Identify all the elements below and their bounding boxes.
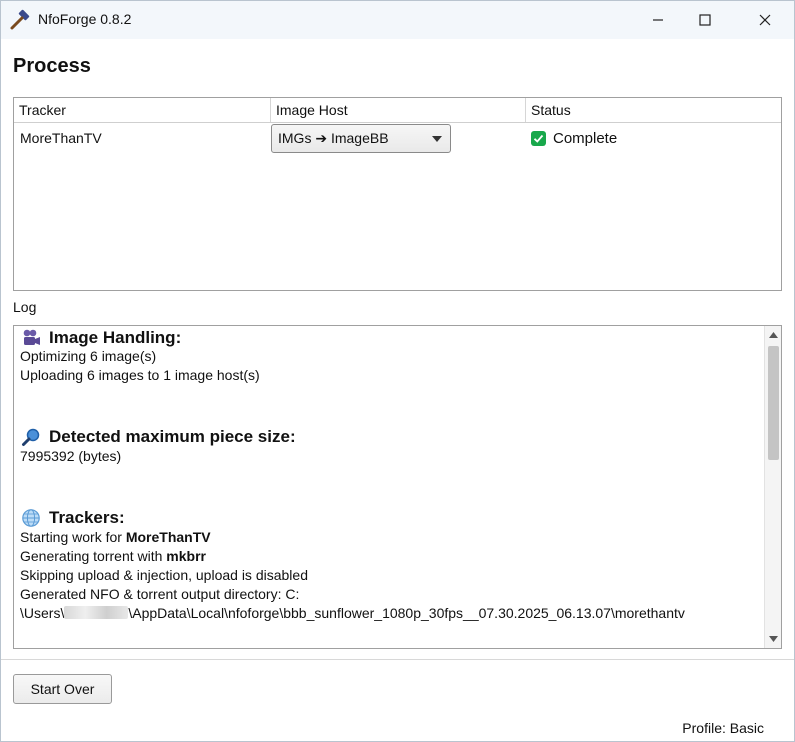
redacted-username	[64, 606, 129, 619]
log-section-title: Image Handling:	[49, 328, 182, 347]
table-header: Tracker Image Host Status	[14, 98, 781, 123]
column-header-image-host[interactable]: Image Host	[271, 98, 526, 122]
log-line: Starting work for MoreThanTV	[20, 529, 211, 545]
log-line: 7995392 (bytes)	[20, 448, 122, 464]
log-line: Generated NFO & torrent output directory…	[20, 586, 300, 602]
image-host-dropdown[interactable]: IMGs ➔ ImageBB	[271, 124, 451, 153]
log-section-trackers: Trackers:	[20, 507, 125, 529]
window-title: NfoForge 0.8.2	[38, 11, 132, 27]
log-section-piece-size: Detected maximum piece size:	[20, 426, 296, 448]
title-bar[interactable]: NfoForge 0.8.2	[1, 1, 794, 39]
log-line: Generating torrent with mkbrr	[20, 548, 206, 564]
magnifier-icon	[20, 426, 42, 448]
minimize-icon	[652, 14, 664, 26]
tracker-table: Tracker Image Host Status MoreThanTV IMG…	[13, 97, 782, 291]
minimize-button[interactable]	[635, 1, 681, 39]
chevron-down-icon	[432, 136, 442, 142]
log-line: Optimizing 6 image(s)	[20, 348, 157, 364]
close-icon	[759, 14, 771, 26]
film-projector-icon	[20, 327, 42, 349]
checkmark-icon	[531, 130, 546, 146]
maximize-icon	[699, 14, 711, 26]
log-section-title: Trackers:	[49, 508, 125, 527]
profile-label: Profile: Basic	[682, 720, 764, 736]
table-row[interactable]: MoreThanTV IMGs ➔ ImageBB Complete	[14, 123, 781, 153]
start-over-button[interactable]: Start Over	[13, 674, 112, 704]
close-button[interactable]	[742, 1, 788, 39]
tracker-cell: MoreThanTV	[20, 130, 102, 146]
image-host-value: IMGs ➔ ImageBB	[278, 130, 389, 146]
page-title: Process	[13, 55, 91, 77]
log-line: \Users\ \AppData\Local\nfoforge\bbb_sunfl…	[20, 605, 685, 621]
log-section-image-handling: Image Handling:	[20, 327, 181, 349]
status-label: Complete	[553, 129, 618, 147]
scroll-up-arrow-icon[interactable]	[765, 326, 781, 344]
footer-divider	[1, 659, 794, 660]
log-line: Uploading 6 images to 1 image host(s)	[20, 367, 260, 383]
scroll-down-arrow-icon[interactable]	[765, 630, 781, 648]
column-header-status[interactable]: Status	[526, 98, 781, 122]
scrollbar-thumb[interactable]	[768, 346, 779, 460]
log-section-title: Detected maximum piece size:	[49, 427, 296, 446]
log-panel[interactable]: Image Handling: Optimizing 6 image(s) Up…	[13, 325, 782, 649]
maximize-button[interactable]	[682, 1, 728, 39]
globe-icon	[20, 507, 42, 529]
hammer-icon	[9, 9, 31, 31]
status-cell: Complete	[531, 123, 617, 153]
log-label: Log	[13, 299, 37, 315]
log-line: Skipping upload & injection, upload is d…	[20, 567, 308, 583]
log-scrollbar[interactable]	[764, 326, 781, 648]
column-header-tracker[interactable]: Tracker	[14, 98, 271, 122]
app-window: NfoForge 0.8.2 Process Tracker Image Hos…	[0, 0, 795, 742]
